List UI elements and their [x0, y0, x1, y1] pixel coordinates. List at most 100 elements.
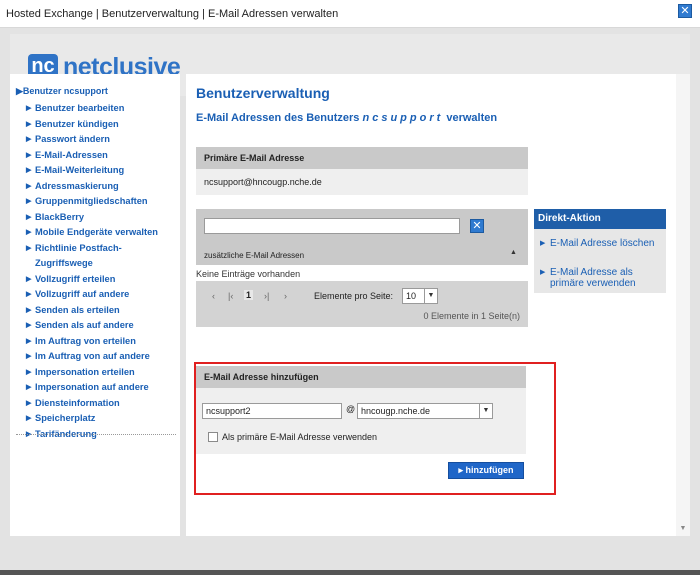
subtitle-prefix: E-Mail Adressen des Benutzers [196, 112, 360, 124]
per-page-label: Elemente pro Seite: [314, 291, 394, 301]
action-label: E-Mail Adresse als primäre verwenden [550, 267, 636, 289]
chevron-right-icon: ▶ [26, 213, 32, 221]
sidebar-item-label: Senden als erteilen [35, 304, 120, 315]
sort-caret-icon[interactable]: ▲ [510, 249, 517, 256]
sidebar-item-label: Benutzer bearbeiten [35, 103, 125, 113]
chevron-right-icon: ▶ [26, 291, 32, 298]
per-page-select[interactable]: 10 ▼ [402, 288, 438, 304]
sidebar-item-im-auftrag-andere[interactable]: ▶ Im Auftrag von auf andere [26, 349, 176, 365]
bottom-border [0, 570, 700, 575]
sidebar-item-label: Im Auftrag von erteilen [35, 335, 136, 346]
action-label: E-Mail Adresse löschen [550, 238, 655, 249]
sidebar-item-blackberry[interactable]: ▶ BlackBerry [26, 210, 176, 226]
chevron-right-icon: ▶ [26, 136, 32, 143]
sidebar-item-label: BlackBerry [35, 211, 85, 222]
address-filter-input[interactable] [204, 218, 460, 234]
sidebar-item-label: Vollzugriff erteilen [35, 273, 116, 284]
sidebar-divider [16, 434, 176, 435]
chevron-right-icon: ▶ [26, 105, 32, 112]
sidebar-item-mobile-endgeraete[interactable]: ▶ Mobile Endgeräte verwalten [26, 225, 176, 241]
page-title: Benutzerverwaltung [196, 85, 330, 101]
chevron-right-icon: ▶ [26, 306, 32, 314]
primary-address-value: ncsupport@hncougp.nche.de [196, 169, 528, 195]
sidebar-item-richtlinie-postfach[interactable]: ▶ Richtlinie Postfach-Zugriffswege [26, 241, 176, 272]
chevron-right-icon: ▶ [540, 269, 546, 276]
chevron-right-icon: ▶ [26, 151, 32, 159]
window-titlebar: Hosted Exchange | Benutzerverwaltung | E… [0, 0, 700, 28]
additional-addresses-panel: ✕ zusätzliche E-Mail Adressen ▲ Keine Ei… [196, 209, 528, 327]
additional-addresses-label: zusätzliche E-Mail Adressen [204, 251, 305, 260]
direct-action-header: Direkt-Aktion [534, 209, 666, 229]
next-page-icon[interactable]: › [284, 291, 287, 301]
sidebar-item-label: E-Mail-Weiterleitung [35, 165, 125, 175]
per-page-value: 10 [406, 291, 417, 301]
chevron-right-icon: ▶ [26, 368, 32, 376]
chevron-right-icon: ▶ [26, 399, 32, 407]
chevron-right-icon: ▶ [26, 182, 32, 190]
sidebar-item-benutzer-kuendigen[interactable]: ▶ Benutzer kündigen [26, 117, 176, 133]
subtitle-suffix: verwalten [446, 112, 498, 124]
sidebar-item-vollzugriff-andere[interactable]: ▶ Vollzugriff auf andere [26, 287, 176, 303]
main-content: Benutzerverwaltung E-Mail Adressen des B… [186, 74, 690, 536]
pager-bar: ‹ |‹ 1 ›| › Elemente pro Seite: 10 ▼ 0 E… [196, 281, 528, 327]
sidebar-item-email-weiterleitung[interactable]: ▶ E-Mail-Weiterleitung [26, 163, 176, 179]
chevron-right-icon: ▶ [26, 229, 32, 236]
sidebar-item-senden-als-andere[interactable]: ▶ Senden als auf andere [26, 318, 176, 334]
sidebar-item-label: Adressmaskierung [35, 180, 119, 191]
primary-address-header: Primäre E-Mail Adresse [196, 147, 528, 169]
sidebar-item-diensteinformation[interactable]: ▶ Diensteinformation [26, 396, 176, 412]
close-icon[interactable]: ✕ [678, 4, 692, 18]
sidebar-item-label: Mobile Endgeräte verwalten [35, 227, 158, 237]
chevron-right-icon: ▶ [26, 120, 32, 128]
scrollbar[interactable]: ▼ [676, 74, 690, 536]
sidebar-item-label: Vollzugriff auf andere [35, 289, 130, 299]
sidebar-item-senden-als-erteilen[interactable]: ▶ Senden als erteilen [26, 303, 176, 319]
sidebar-item-label: E-Mail-Adressen [35, 149, 108, 160]
pager-summary: 0 Elemente in 1 Seite(n) [423, 311, 520, 321]
sidebar-item-passwort-aendern[interactable]: ▶ Passwort ändern [26, 132, 176, 148]
page-subtitle: E-Mail Adressen des Benutzers ncsupport … [196, 112, 497, 124]
highlight-frame [194, 362, 556, 495]
sidebar-item-label: Impersonation erteilen [35, 366, 135, 377]
sidebar: ▶Benutzer ncsupport ▶ Benutzer bearbeiten… [10, 74, 180, 536]
sidebar-item-impersonation-andere[interactable]: ▶ Impersonation auf andere [26, 380, 176, 396]
sidebar-head-label: Benutzer ncsupport [22, 86, 108, 96]
chevron-down-icon: ▼ [424, 289, 437, 303]
chevron-right-icon: ▶ [26, 322, 32, 329]
sidebar-item-im-auftrag-erteilen[interactable]: ▶ Im Auftrag von erteilen [26, 334, 176, 350]
sidebar-item-gruppenmitgliedschaften[interactable]: ▶ Gruppenmitgliedschaften [26, 194, 176, 210]
sidebar-item-label: Gruppenmitgliedschaften [35, 196, 148, 206]
sidebar-item-impersonation-erteilen[interactable]: ▶ Impersonation erteilen [26, 365, 176, 381]
sidebar-item-speicherplatz[interactable]: ▶ Speicherplatz [26, 411, 176, 427]
direct-action-panel: Direkt-Aktion ▶ E-Mail Adresse löschen ▶ E… [534, 209, 666, 293]
scroll-down-icon[interactable]: ▼ [676, 525, 690, 532]
chevron-right-icon: ▶ [26, 198, 32, 205]
action-delete-address[interactable]: ▶ E-Mail Adresse löschen [540, 238, 660, 249]
action-set-primary[interactable]: ▶ E-Mail Adresse als primäre verwenden [540, 267, 660, 289]
chevron-right-icon: ▶ [26, 244, 32, 252]
last-page-icon[interactable]: ›| [264, 291, 269, 301]
sidebar-head[interactable]: ▶Benutzer ncsupport [16, 86, 108, 97]
sidebar-list: ▶ Benutzer bearbeiten ▶ Benutzer kündigen … [26, 101, 176, 442]
sidebar-item-benutzer-bearbeiten[interactable]: ▶ Benutzer bearbeiten [26, 101, 176, 117]
page-current[interactable]: 1 [244, 290, 254, 300]
sidebar-item-email-adressen[interactable]: ▶ E-Mail-Adressen [26, 148, 176, 164]
chevron-right-icon: ▶ [26, 275, 32, 283]
sidebar-item-label: Senden als auf andere [35, 320, 134, 330]
primary-address-panel: Primäre E-Mail Adresse ncsupport@hncougp… [196, 147, 528, 195]
chevron-right-icon: ▶ [26, 384, 32, 391]
chevron-right-icon: ▶ [26, 167, 32, 174]
sidebar-item-adressmaskierung[interactable]: ▶ Adressmaskierung [26, 179, 176, 195]
prev-page-icon[interactable]: ‹ [212, 291, 215, 301]
sidebar-item-label: Im Auftrag von auf andere [35, 351, 150, 361]
first-page-icon[interactable]: |‹ [228, 291, 233, 301]
empty-message: Keine Einträge vorhanden [196, 269, 301, 279]
sidebar-item-label: Impersonation auf andere [35, 382, 149, 392]
sidebar-item-vollzugriff-erteilen[interactable]: ▶ Vollzugriff erteilen [26, 272, 176, 288]
subtitle-user: ncsupport [362, 112, 444, 124]
clear-filter-icon[interactable]: ✕ [470, 219, 484, 233]
additional-addresses-header: ✕ zusätzliche E-Mail Adressen ▲ [196, 209, 528, 265]
chevron-right-icon: ▶ [540, 240, 546, 247]
sidebar-item-label: Richtlinie Postfach-Zugriffswege [35, 242, 122, 269]
window-title: Hosted Exchange | Benutzerverwaltung | E… [6, 8, 339, 20]
